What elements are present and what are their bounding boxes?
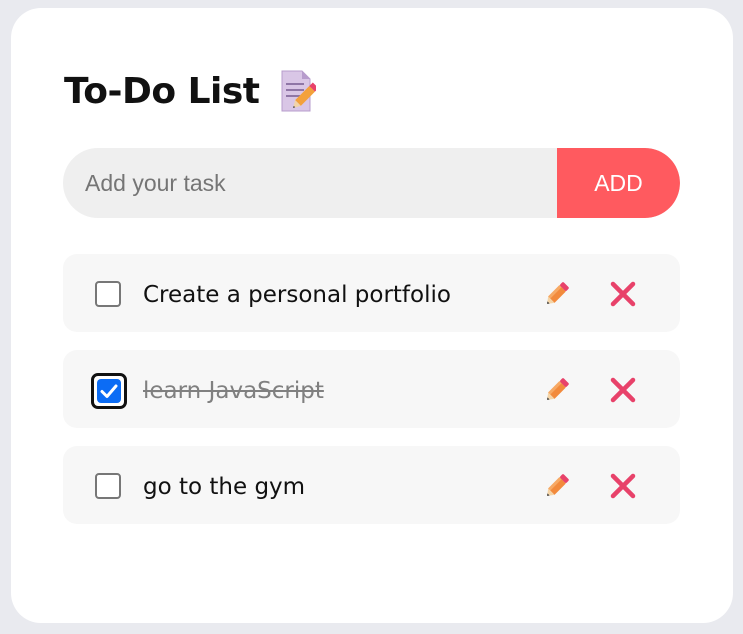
task-checkbox[interactable]	[91, 373, 127, 409]
pencil-icon[interactable]	[541, 374, 573, 406]
page-title: To-Do List	[64, 70, 260, 112]
memo-icon	[281, 70, 316, 112]
task-checkbox[interactable]	[95, 281, 121, 307]
cross-icon[interactable]	[609, 472, 637, 500]
pencil-icon[interactable]	[541, 470, 573, 502]
header: To-Do List	[64, 70, 316, 112]
pencil-icon[interactable]	[541, 278, 573, 310]
task-text: Create a personal portfolio	[143, 282, 451, 308]
task-item: Create a personal portfolio	[63, 254, 680, 332]
add-button[interactable]: ADD	[557, 148, 680, 218]
task-item: go to the gym	[63, 446, 680, 524]
task-input[interactable]	[63, 148, 557, 218]
task-checkbox[interactable]	[95, 473, 121, 499]
checkmark-icon	[100, 384, 118, 398]
task-text: go to the gym	[143, 474, 306, 500]
task-item: learn JavaScript	[63, 350, 680, 428]
todo-card: To-Do List ADD Create a personal portfol…	[11, 8, 733, 623]
cross-icon[interactable]	[609, 376, 637, 404]
task-list: Create a personal portfolio learn JavaSc…	[63, 254, 680, 542]
cross-icon[interactable]	[609, 280, 637, 308]
add-task-bar: ADD	[63, 148, 680, 218]
task-text: learn JavaScript	[143, 378, 324, 404]
